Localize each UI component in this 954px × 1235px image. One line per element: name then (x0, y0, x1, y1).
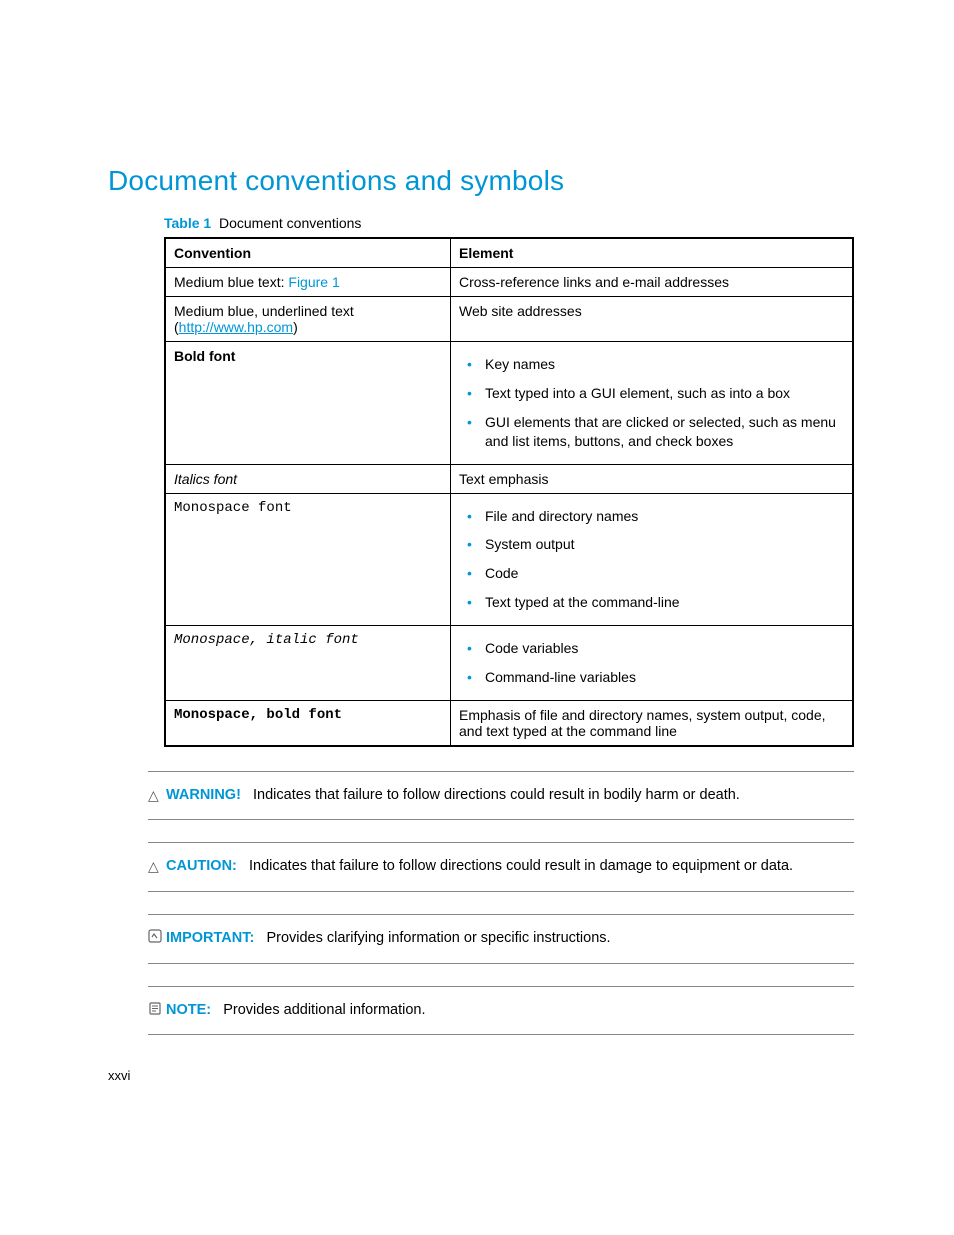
figure-link[interactable]: Figure 1 (288, 274, 339, 290)
element-cell: Emphasis of file and directory names, sy… (451, 700, 854, 746)
page-heading: Document conventions and symbols (108, 165, 854, 197)
table-row: Monospace font File and directory names … (165, 493, 853, 626)
table-header-convention: Convention (165, 238, 451, 268)
caution-callout: △ CAUTION: Indicates that failure to fol… (148, 842, 854, 892)
element-cell: Key names Text typed into a GUI element,… (451, 342, 854, 465)
list-item: Key names (463, 350, 844, 379)
convention-cell: Monospace font (165, 493, 451, 626)
caution-label: CAUTION: (166, 858, 237, 874)
element-cell: File and directory names System output C… (451, 493, 854, 626)
table-row: Medium blue, underlined text (http://www… (165, 297, 853, 342)
table-label: Table 1 (164, 215, 211, 231)
list-item: Command-line variables (463, 663, 844, 692)
warning-icon: △ (148, 786, 166, 804)
table-caption: Table 1 Document conventions (164, 215, 854, 231)
convention-cell: Bold font (165, 342, 451, 465)
note-text: Provides additional information. (223, 1002, 425, 1018)
list-item: File and directory names (463, 502, 844, 531)
table-row: Monospace, bold font Emphasis of file an… (165, 700, 853, 746)
important-label: IMPORTANT: (166, 930, 254, 946)
page-number: xxvi (108, 1068, 130, 1083)
list-item: Code variables (463, 634, 844, 663)
important-callout: IMPORTANT: Provides clarifying informati… (148, 914, 854, 964)
list-item: System output (463, 530, 844, 559)
convention-cell: Medium blue text: Figure 1 (165, 268, 451, 297)
table-row: Monospace, italic font Code variables Co… (165, 626, 853, 701)
list-item: Text typed into a GUI element, such as i… (463, 379, 844, 408)
table-row: Medium blue text: Figure 1 Cross-referen… (165, 268, 853, 297)
conventions-table: Convention Element Medium blue text: Fig… (164, 237, 854, 747)
warning-label: WARNING! (166, 787, 241, 803)
note-label: NOTE: (166, 1002, 211, 1018)
convention-cell: Italics font (165, 464, 451, 493)
warning-text: Indicates that failure to follow directi… (253, 787, 740, 803)
convention-cell: Medium blue, underlined text (http://www… (165, 297, 451, 342)
url-link[interactable]: http://www.hp.com (179, 319, 293, 335)
table-header-element: Element (451, 238, 854, 268)
convention-cell: Monospace, italic font (165, 626, 451, 701)
table-row: Italics font Text emphasis (165, 464, 853, 493)
list-item: GUI elements that are clicked or selecte… (463, 408, 844, 456)
element-cell: Cross-reference links and e-mail address… (451, 268, 854, 297)
warning-callout: △ WARNING! Indicates that failure to fol… (148, 771, 854, 821)
note-callout: NOTE: Provides additional information. (148, 986, 854, 1036)
convention-cell: Monospace, bold font (165, 700, 451, 746)
table-title: Document conventions (219, 215, 361, 231)
element-cell: Code variables Command-line variables (451, 626, 854, 701)
note-icon (148, 1001, 166, 1019)
element-cell: Web site addresses (451, 297, 854, 342)
important-text: Provides clarifying information or speci… (266, 930, 610, 946)
caution-icon: △ (148, 857, 166, 875)
element-cell: Text emphasis (451, 464, 854, 493)
important-icon (148, 929, 166, 947)
caution-text: Indicates that failure to follow directi… (249, 858, 793, 874)
table-row: Bold font Key names Text typed into a GU… (165, 342, 853, 465)
list-item: Code (463, 559, 844, 588)
list-item: Text typed at the command-line (463, 588, 844, 617)
